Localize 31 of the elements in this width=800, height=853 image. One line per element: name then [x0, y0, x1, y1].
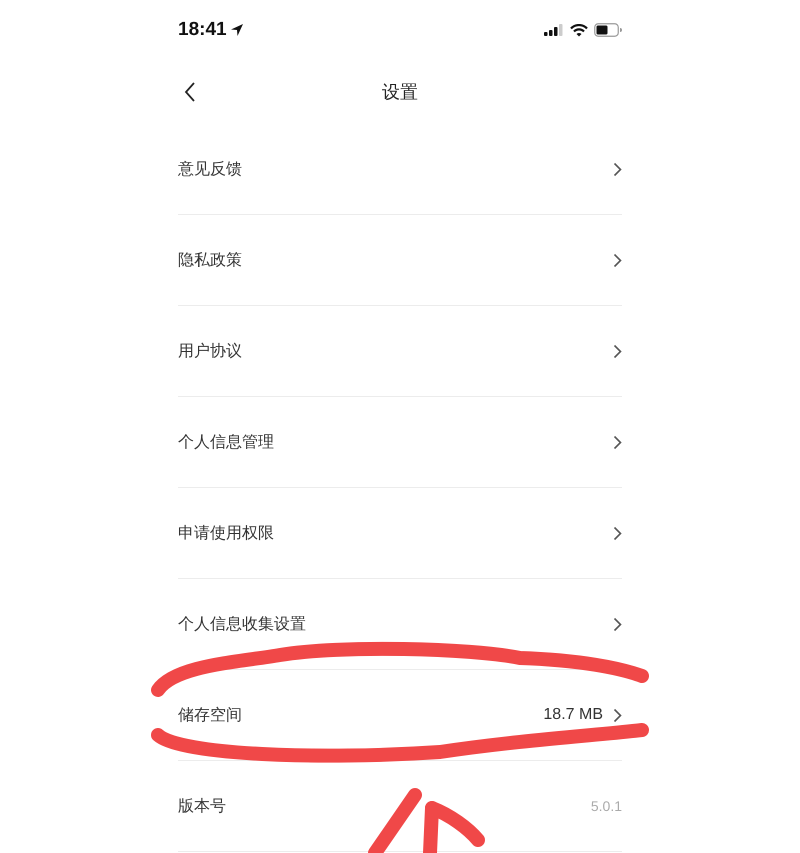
settings-row[interactable]: 个人信息管理: [178, 397, 622, 488]
chevron-icon: [613, 526, 622, 540]
row-label: 版本号: [178, 796, 226, 816]
wifi-icon: [570, 24, 588, 36]
signal-icon: [544, 24, 564, 36]
row-label: 个人信息收集设置: [178, 614, 306, 634]
settings-row[interactable]: 意见反馈: [178, 124, 622, 215]
location-arrow-icon: [230, 23, 244, 37]
row-label: 个人信息管理: [178, 432, 274, 452]
chevron-icon: [613, 434, 622, 450]
chevron-icon: [613, 616, 622, 632]
settings-row[interactable]: 用户协议: [178, 306, 622, 397]
battery-icon: [594, 23, 622, 37]
row-label: 意见反馈: [178, 158, 242, 180]
settings-row[interactable]: 申请使用权限: [178, 488, 622, 579]
chevron-icon: [613, 162, 622, 176]
settings-row[interactable]: 隐私政策: [178, 215, 622, 306]
settings-row[interactable]: 个人信息收集设置: [178, 579, 622, 670]
page-title: 设置: [382, 81, 418, 104]
row-label: 用户协议: [178, 340, 242, 362]
settings-row[interactable]: 储存空间 18.7 MB: [178, 670, 622, 761]
chevron-icon: [613, 344, 622, 358]
row-label: 隐私政策: [178, 250, 242, 270]
chevron-icon: [613, 252, 622, 268]
chevron-icon: [613, 708, 622, 722]
status-time: 18:41: [178, 19, 227, 41]
row-value: 18.7 MB: [543, 706, 603, 724]
row-label: 申请使用权限: [178, 522, 274, 544]
version-number: 5.0.1: [590, 798, 622, 814]
settings-row[interactable]: 版本号 5.0.1: [178, 761, 622, 852]
row-label: 储存空间: [178, 704, 242, 726]
